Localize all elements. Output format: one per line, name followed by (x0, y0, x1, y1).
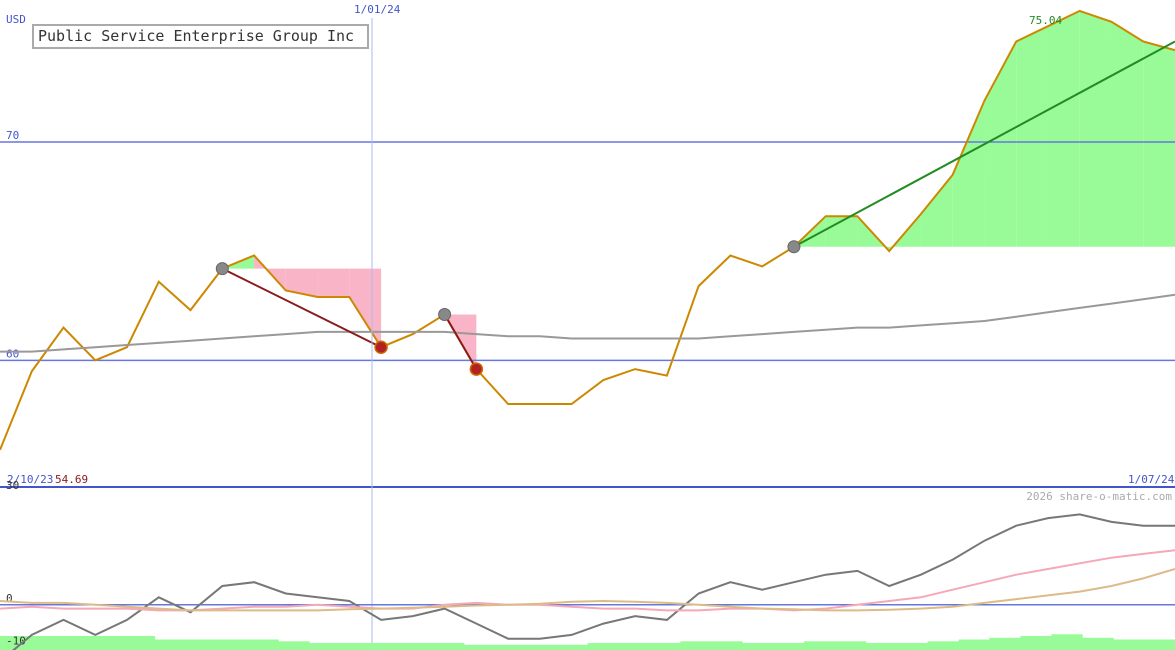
y-tick-label: 30 (6, 479, 19, 492)
y-tick-label: 0 (6, 592, 13, 605)
volume-bar (92, 636, 125, 650)
y-tick-label: 70 (6, 129, 19, 142)
volume-bar (494, 644, 527, 650)
trade-fill-segment (1079, 10, 1112, 247)
volume-bar (803, 641, 836, 650)
watermark: 2026 share-o-matic.com (1026, 490, 1172, 503)
moving-average-line (0, 293, 1175, 353)
volume-bar (61, 636, 94, 650)
volume-bar (309, 643, 341, 650)
volume-bar (463, 644, 496, 650)
volume-bar (1113, 639, 1145, 650)
volume-bar (989, 637, 1021, 650)
volume-bar (123, 636, 156, 650)
trade-entry-marker (215, 262, 229, 276)
y-tick-label: 60 (6, 347, 19, 360)
volume-bar (185, 639, 217, 650)
volume-bar (865, 643, 898, 650)
chart-title: Public Service Enterprise Group Inc (38, 27, 354, 45)
volume-bar (247, 639, 279, 650)
price-panel: 70 60 Public Service Enterprise Group Inc… (0, 3, 1175, 486)
volume-bar (1020, 636, 1052, 650)
trade-fill-segment (1016, 26, 1048, 247)
momentum-line (12, 513, 1175, 650)
volume-bar (618, 643, 650, 650)
volume-bar (1082, 637, 1114, 650)
trade-fill-segment (1143, 41, 1175, 247)
volume-bar (340, 643, 372, 650)
trade-fill-segment (952, 100, 985, 247)
volume-bar (773, 643, 805, 650)
volume-bar (834, 641, 867, 650)
volume-bar (371, 643, 403, 650)
trade-fill-segment (1111, 21, 1144, 247)
volume-bar (30, 636, 63, 650)
volume-bar (216, 639, 248, 650)
volume-bar (927, 641, 959, 650)
marker-date-label: 1/01/24 (354, 3, 401, 16)
trade-fill-segment (920, 174, 953, 247)
volume-bar (680, 641, 712, 650)
volume-bar (154, 639, 186, 650)
volume-bar (432, 643, 465, 650)
indicator-gridlines: 30 0 -10 (0, 479, 1175, 647)
trade-fill-segment (317, 268, 350, 298)
volume-bar (1144, 639, 1175, 650)
trade-entry-marker (787, 240, 801, 254)
volume-bar (525, 644, 558, 650)
trade-entry-marker (438, 307, 452, 321)
trade-exit-marker (469, 362, 484, 376)
volume-bar (556, 644, 588, 650)
currency-label: USD (6, 13, 26, 26)
volume-bar (402, 643, 434, 650)
volume-bar (958, 639, 990, 650)
high-value-label: 75.04 (1029, 14, 1062, 27)
volume-bar (742, 643, 774, 650)
trade-fill-segment (349, 268, 382, 348)
volume-bars (0, 634, 1175, 650)
x-end-label: 1/07/24 (1128, 473, 1175, 486)
indicator-panel: 30 0 -10 2026 share-o-matic.com (0, 479, 1175, 650)
volume-bar (587, 643, 619, 650)
low-value-label: 54.69 (55, 473, 88, 486)
y-tick-label: -10 (6, 634, 26, 647)
trade-exit-marker (374, 340, 388, 354)
trade-fill-segment (1047, 10, 1080, 247)
volume-bar (278, 641, 310, 650)
volume-bar (1051, 634, 1083, 650)
indicator-series-lines (0, 513, 1175, 650)
stock-chart: 70 60 Public Service Enterprise Group Inc… (0, 3, 1175, 650)
volume-bar (649, 643, 681, 650)
volume-bar (711, 641, 743, 650)
volume-bar (896, 643, 929, 650)
